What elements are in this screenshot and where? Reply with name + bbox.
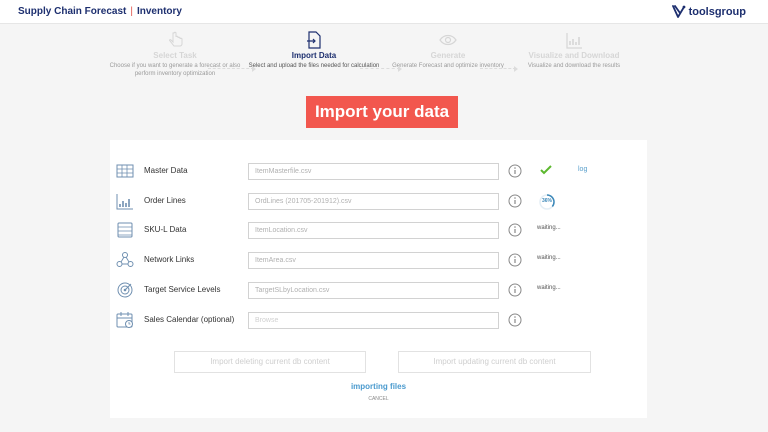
- file-input[interactable]: ItemMasterfile.csv: [248, 163, 499, 180]
- progress-ring: 36%: [537, 193, 557, 211]
- info-icon[interactable]: [508, 253, 522, 267]
- step-title: Select Task: [153, 51, 197, 60]
- import-row-master-data: Master Data ItemMasterfile.csv log: [110, 161, 647, 183]
- step-import-data[interactable]: Import Data Select and upload the files …: [239, 30, 389, 70]
- file-input[interactable]: TargetSLbyLocation.csv: [248, 282, 499, 299]
- chart-icon: [566, 33, 582, 49]
- row-label: Master Data: [144, 166, 188, 175]
- status-text: waiting...: [537, 225, 561, 231]
- row-label: SKU-L Data: [144, 225, 187, 234]
- row-label: Sales Calendar (optional): [144, 315, 235, 324]
- file-import-icon: [307, 31, 321, 49]
- status-text: waiting...: [537, 255, 561, 261]
- file-input[interactable]: OrdLines (201705-201912).csv: [248, 193, 499, 210]
- info-icon[interactable]: [508, 283, 522, 297]
- table-icon: [116, 164, 134, 178]
- page-title: Import your data: [306, 96, 458, 128]
- cancel-button[interactable]: CANCEL: [110, 396, 647, 402]
- step-visualize-download[interactable]: Visualize and Download Visualize and dow…: [499, 30, 649, 70]
- import-deleting-button[interactable]: Import deleting current db content: [174, 351, 366, 373]
- check-icon: [540, 165, 552, 175]
- brand-name: toolsgroup: [688, 5, 746, 18]
- info-icon[interactable]: [508, 164, 522, 178]
- import-row-target-service-levels: Target Service Levels TargetSLbyLocation…: [110, 280, 647, 302]
- hand-pointer-icon: [169, 31, 183, 47]
- progress-percent: 36%: [541, 198, 552, 204]
- importing-status: importing files: [350, 382, 407, 391]
- target-icon: [117, 282, 133, 298]
- file-input[interactable]: Browse: [248, 312, 499, 329]
- section-name: Inventory: [136, 6, 182, 17]
- import-row-sku-l-data: SKU-L Data ItemLocation.csv waiting...: [110, 220, 647, 242]
- row-label: Network Links: [144, 255, 195, 264]
- brand-logo[interactable]: toolsgroup: [671, 5, 746, 18]
- status-text: waiting...: [537, 285, 561, 291]
- import-row-sales-calendar: Sales Calendar (optional) Browse: [110, 310, 647, 332]
- import-updating-button[interactable]: Import updating current db content: [398, 351, 591, 373]
- app-name: Supply Chain Forecast: [18, 6, 127, 17]
- network-icon: [116, 252, 134, 267]
- import-row-network-links: Network Links ItemArea.csv waiting...: [110, 250, 647, 272]
- row-label: Order Lines: [144, 196, 186, 205]
- step-title: Visualize and Download: [528, 51, 620, 60]
- title-separator: |: [130, 6, 133, 17]
- step-arrow: [360, 66, 402, 72]
- database-icon: [117, 222, 133, 238]
- file-input[interactable]: ItemLocation.csv: [248, 222, 499, 239]
- info-icon[interactable]: [508, 223, 522, 237]
- toolsgroup-logo-icon: [671, 5, 685, 18]
- step-description: Visualize and download the results: [527, 63, 621, 69]
- step-description: Choose if you want to generate a forecas…: [109, 63, 241, 77]
- import-card: Master Data ItemMasterfile.csv log Order…: [110, 140, 647, 418]
- step-title: Import Data: [291, 51, 337, 60]
- step-arrow: [480, 66, 518, 72]
- step-arrow: [208, 66, 256, 72]
- bar-chart-icon: [116, 194, 133, 210]
- eye-icon: [439, 34, 457, 46]
- file-input[interactable]: ItemArea.csv: [248, 252, 499, 269]
- info-icon[interactable]: [508, 313, 522, 327]
- wizard-steps: Select Task Choose if you want to genera…: [0, 30, 768, 90]
- info-icon[interactable]: [508, 194, 522, 208]
- row-label: Target Service Levels: [144, 285, 221, 294]
- log-link[interactable]: log: [578, 166, 587, 173]
- step-select-task[interactable]: Select Task Choose if you want to genera…: [100, 30, 250, 78]
- app-title: Supply Chain Forecast | Inventory: [18, 6, 182, 17]
- calendar-icon: [116, 312, 133, 328]
- top-bar: Supply Chain Forecast | Inventory toolsgro…: [0, 0, 768, 24]
- import-row-order-lines: Order Lines OrdLines (201705-201912).csv…: [110, 191, 647, 213]
